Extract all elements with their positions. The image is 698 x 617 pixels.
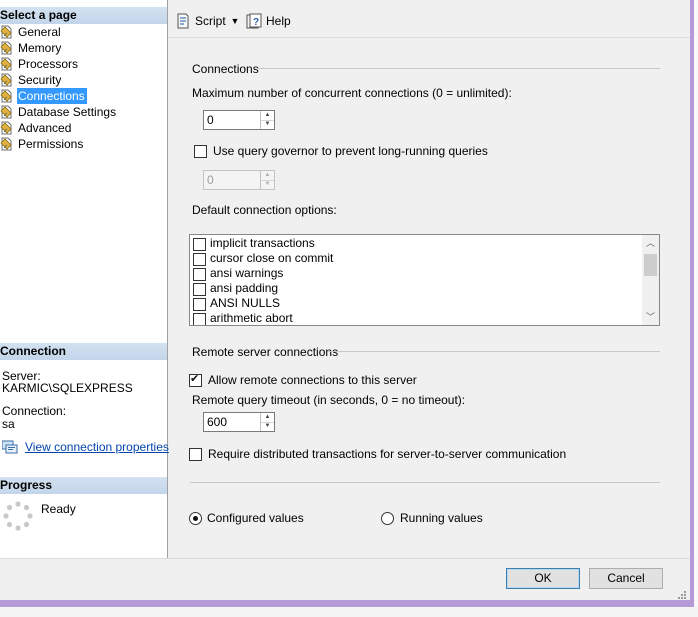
- page-item-label: Security: [18, 73, 62, 87]
- background-strip: [694, 0, 698, 617]
- resize-grip-icon[interactable]: [676, 588, 686, 599]
- query-governor-value: 0: [207, 173, 214, 187]
- page-icon: [0, 57, 14, 71]
- scroll-thumb[interactable]: [644, 254, 657, 276]
- script-button[interactable]: Script: [195, 12, 226, 30]
- view-connection-properties-link[interactable]: View connection properties: [25, 440, 169, 454]
- remote-timeout-value: 600: [207, 415, 228, 429]
- window-border-bottom: [0, 600, 694, 607]
- allow-remote-checkbox[interactable]: [189, 372, 202, 387]
- option-label: cursor close on commit: [210, 251, 334, 265]
- max-concurrent-stepper[interactable]: 0 ▲ ▼: [203, 110, 275, 130]
- configured-values-radio[interactable]: [189, 512, 202, 525]
- progress-spinner-icon: [2, 500, 34, 532]
- scroll-down-icon[interactable]: ﹀: [642, 309, 659, 325]
- page-icon: [0, 25, 14, 39]
- help-icon[interactable]: ?: [246, 12, 264, 30]
- stepper-down-icon[interactable]: ▼: [261, 120, 274, 129]
- stepper-down-icon[interactable]: ▼: [261, 422, 274, 431]
- toolbar: Script ▼ ? Help: [168, 6, 690, 36]
- select-page-header: Select a page: [0, 7, 167, 24]
- option-checkbox[interactable]: [193, 268, 206, 281]
- running-values-label: Running values: [400, 511, 483, 525]
- allow-remote-label: Allow remote connections to this server: [208, 373, 417, 387]
- view-mode-divider: [190, 482, 660, 483]
- connection-header: Connection: [0, 343, 167, 360]
- option-checkbox[interactable]: [193, 238, 206, 251]
- remote-timeout-stepper[interactable]: 600 ▲ ▼: [203, 412, 275, 432]
- connection-properties-icon: [1, 440, 18, 454]
- page-icon: [0, 89, 14, 103]
- connections-group-divider: [257, 68, 660, 69]
- default-options-label: Default connection options:: [192, 203, 337, 217]
- option-checkbox[interactable]: [193, 253, 206, 266]
- left-pane: Select a page General Memory Processors Sec…: [0, 0, 169, 558]
- distributed-transactions-label: Require distributed transactions for ser…: [208, 447, 567, 461]
- page-item-label: General: [18, 25, 61, 39]
- distributed-transactions-checkbox[interactable]: [189, 448, 202, 461]
- max-concurrent-label: Maximum number of concurrent connections…: [192, 86, 512, 100]
- connection-label: Connection:: [2, 404, 67, 418]
- svg-text:?: ?: [253, 17, 259, 28]
- page-icon: [0, 73, 14, 87]
- stepper-buttons: ▲ ▼: [260, 171, 274, 189]
- option-checkbox[interactable]: [193, 298, 206, 311]
- option-checkbox[interactable]: [193, 283, 206, 296]
- toolbar-divider: [168, 37, 690, 38]
- page-item-label: Advanced: [18, 121, 72, 135]
- query-governor-label: Use query governor to prevent long-runni…: [213, 144, 488, 158]
- options-scrollbar[interactable]: ︿ ﹀: [642, 235, 659, 325]
- progress-status: Ready: [41, 502, 76, 516]
- page-icon: [0, 105, 14, 119]
- script-icon[interactable]: [175, 12, 195, 30]
- option-label: ansi warnings: [210, 266, 284, 280]
- stepper-buttons: ▲ ▼: [260, 111, 274, 129]
- scroll-up-icon[interactable]: ︿: [642, 235, 659, 251]
- option-label: arithmetic abort: [210, 311, 293, 325]
- query-governor-stepper[interactable]: 0 ▲ ▼: [203, 170, 275, 190]
- option-label: ansi padding: [210, 281, 279, 295]
- remote-group-divider: [328, 351, 660, 352]
- page-item-label: Connections: [17, 88, 87, 104]
- ok-button[interactable]: OK: [506, 568, 580, 589]
- help-button[interactable]: Help: [266, 12, 291, 30]
- default-connection-options-list[interactable]: implicit transactions cursor close on com…: [189, 234, 660, 326]
- page-item-label: Database Settings: [18, 105, 117, 119]
- option-checkbox[interactable]: [193, 313, 206, 325]
- footer-divider: [0, 558, 690, 559]
- page-item-label: Processors: [18, 57, 79, 71]
- remote-timeout-label: Remote query timeout (in seconds, 0 = no…: [192, 393, 466, 407]
- page-icon: [0, 41, 14, 55]
- connections-group-title: Connections: [192, 62, 259, 76]
- background-strip-bottom: [0, 607, 698, 617]
- page-icon: [0, 121, 14, 135]
- option-label: implicit transactions: [210, 236, 315, 250]
- max-concurrent-value: 0: [207, 113, 214, 127]
- page-item-label: Memory: [18, 41, 62, 55]
- server-value: KARMIC\SQLEXPRESS: [2, 381, 133, 395]
- stepper-down-icon[interactable]: ▼: [261, 180, 274, 189]
- server-properties-dialog: Select a page General Memory Processors Sec…: [0, 0, 690, 607]
- query-governor-checkbox[interactable]: [194, 145, 207, 158]
- page-item-label: Permissions: [18, 137, 84, 151]
- configured-values-label: Configured values: [207, 511, 304, 525]
- script-dropdown-chevron-icon[interactable]: ▼: [230, 12, 240, 30]
- stepper-buttons: ▲ ▼: [260, 413, 274, 431]
- progress-header: Progress: [0, 477, 167, 494]
- connection-value: sa: [2, 417, 15, 431]
- remote-group-title: Remote server connections: [192, 345, 339, 359]
- running-values-radio[interactable]: [381, 512, 394, 525]
- option-label: ANSI NULLS: [210, 296, 281, 310]
- page-icon: [0, 137, 14, 151]
- cancel-button[interactable]: Cancel: [589, 568, 663, 589]
